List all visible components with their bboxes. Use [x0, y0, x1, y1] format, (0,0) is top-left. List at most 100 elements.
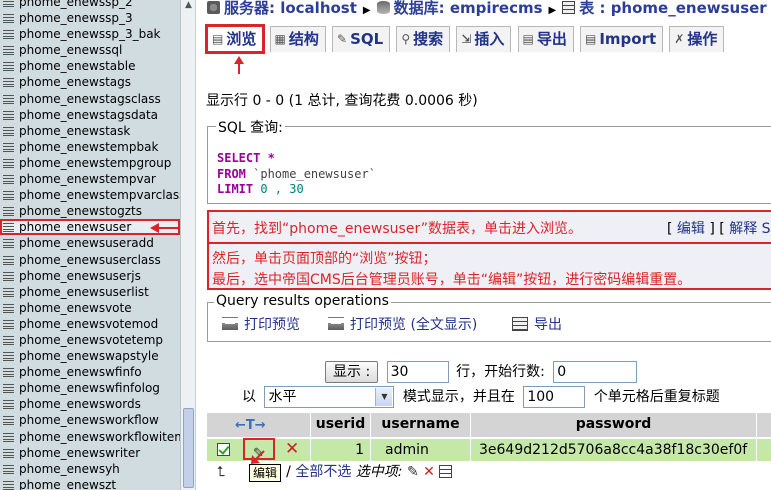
sidebar-item-label[interactable]: phome_enewszt	[19, 478, 116, 490]
tab-structure[interactable]: ▦ 结构	[269, 26, 326, 52]
table-icon[interactable]	[3, 61, 14, 72]
sidebar-item-phome_enewsuserlist[interactable]: phome_enewsuserlist	[0, 284, 180, 300]
tab-operations[interactable]: ✗ 操作	[669, 26, 725, 52]
sidebar-item-phome_enewswapstyle[interactable]: phome_enewswapstyle	[0, 348, 180, 364]
repeat-headers-input[interactable]: 100	[523, 386, 586, 408]
sidebar-item-label[interactable]: phome_enewsuserlist	[19, 285, 149, 299]
table-icon[interactable]	[3, 286, 14, 297]
sidebar-item-phome_enewstagsdata[interactable]: phome_enewstagsdata	[0, 107, 180, 123]
breadcrumb-database[interactable]: 数据库: empirecms	[394, 0, 543, 17]
sidebar-item-phome_enewstagsclass[interactable]: phome_enewstagsclass	[0, 91, 180, 107]
table-icon[interactable]	[3, 45, 14, 56]
column-header-password[interactable]: password	[471, 413, 757, 437]
sidebar-item-label[interactable]: phome_enewstempgroup	[19, 156, 171, 170]
table-icon[interactable]	[3, 206, 14, 217]
sidebar-item-phome_enewswords[interactable]: phome_enewswords	[0, 396, 180, 412]
export-link[interactable]: 导出	[512, 314, 562, 334]
sidebar-item-phome_enewssp_3_bak[interactable]: phome_enewssp_3_bak	[0, 26, 180, 42]
table-icon[interactable]	[3, 270, 14, 281]
table-icon[interactable]	[3, 0, 14, 7]
sidebar-item-phome_enewsuserclass[interactable]: phome_enewsuserclass	[0, 252, 180, 268]
sidebar-item-label[interactable]: phome_enewssp_2	[19, 0, 133, 9]
sidebar-item-label[interactable]: phome_enewstask	[19, 124, 130, 138]
sidebar-item-label[interactable]: phome_enewswriter	[19, 446, 140, 460]
sidebar-item-phome_enewstempgroup[interactable]: phome_enewstempgroup	[0, 155, 180, 171]
sidebar-item-phome_enewsuseradd[interactable]: phome_enewsuseradd	[0, 235, 180, 251]
sidebar-item-label[interactable]: phome_enewsuseradd	[19, 236, 154, 250]
tab-browse[interactable]: ▤ 浏览	[204, 24, 266, 54]
table-icon[interactable]	[3, 415, 14, 426]
sidebar-item-label[interactable]: phome_enewsuser	[19, 220, 131, 234]
table-icon[interactable]	[3, 254, 14, 265]
sidebar-item-phome_enewswriter[interactable]: phome_enewswriter	[0, 445, 180, 461]
table-icon[interactable]	[3, 77, 14, 88]
breadcrumb-server[interactable]: 服务器: localhost	[224, 0, 357, 17]
sidebar-item-phome_enewssql[interactable]: phome_enewssql	[0, 42, 180, 58]
table-icon[interactable]	[3, 351, 14, 362]
sidebar-item-label[interactable]: phome_enewsworkflow	[19, 413, 159, 427]
sidebar-item-phome_enewstask[interactable]: phome_enewstask	[0, 123, 180, 139]
table-icon[interactable]	[3, 222, 14, 233]
sidebar-item-phome_enewsuserjs[interactable]: phome_enewsuserjs	[0, 268, 180, 284]
sidebar-item-phome_enewstags[interactable]: phome_enewstags	[0, 74, 180, 90]
sidebar-item-label[interactable]: phome_enewsvote	[19, 301, 132, 315]
tab-import[interactable]: ▤ Import	[580, 26, 664, 52]
table-icon[interactable]	[3, 334, 14, 345]
sidebar-item-phome_enewszt[interactable]: phome_enewszt	[0, 477, 180, 490]
display-mode-select[interactable]: 水平 ▼	[264, 386, 395, 408]
rows-count-input[interactable]: 30	[386, 361, 449, 383]
table-icon[interactable]	[3, 13, 14, 24]
table-icon[interactable]	[3, 302, 14, 313]
sidebar-item-phome_enewsvotemod[interactable]: phome_enewsvotemod	[0, 316, 180, 332]
table-icon[interactable]	[3, 93, 14, 104]
sidebar-item-label[interactable]: phome_enewswfinfolog	[19, 381, 160, 395]
sidebar-item-label[interactable]: phome_enewstags	[19, 75, 131, 89]
scroll-up-icon[interactable]: ▲	[181, 0, 195, 10]
sidebar-item-phome_enewstempvarclass[interactable]: phome_enewstempvarclass	[0, 187, 185, 203]
tab-export[interactable]: ▤ 导出	[517, 26, 574, 52]
table-icon[interactable]	[3, 141, 14, 152]
sidebar-item-label[interactable]: phome_enewstogzts	[19, 204, 142, 218]
sidebar-item-label[interactable]: phome_enewstagsdata	[19, 108, 158, 122]
edit-query-link[interactable]: 编辑	[677, 221, 705, 237]
sidebar-item-label[interactable]: phome_enewstagsclass	[19, 92, 161, 106]
tab-insert[interactable]: ⇲ 插入	[456, 26, 512, 52]
sidebar-item-phome_enewsvotetemp[interactable]: phome_enewsvotetemp	[0, 332, 180, 348]
table-icon[interactable]	[3, 463, 14, 474]
sidebar-item-label[interactable]: phome_enewssp_3	[19, 11, 133, 25]
row-checkbox[interactable]	[217, 443, 230, 456]
table-icon[interactable]	[3, 109, 14, 120]
table-icon[interactable]	[3, 431, 14, 442]
table-icon[interactable]	[3, 383, 14, 394]
sidebar-item-label[interactable]: phome_enewstable	[19, 59, 135, 73]
sidebar-item-phome_enewstogzts[interactable]: phome_enewstogzts	[0, 203, 180, 219]
explain-query-link[interactable]: 解释 S	[729, 221, 770, 237]
print-view-link[interactable]: 打印预览	[222, 314, 300, 334]
table-icon[interactable]	[3, 238, 14, 249]
sidebar-item-phome_enewstempbak[interactable]: phome_enewstempbak	[0, 139, 180, 155]
table-icon[interactable]	[3, 479, 14, 490]
sidebar-item-phome_enewstempvar[interactable]: phome_enewstempvar	[0, 171, 180, 187]
sidebar-item-phome_enewssp_3[interactable]: phome_enewssp_3	[0, 10, 180, 26]
sidebar-item-label[interactable]: phome_enewsuserjs	[19, 269, 141, 283]
sidebar-item-label[interactable]: phome_enewsvotetemp	[19, 333, 163, 347]
sidebar-item-label[interactable]: phome_enewstempvar	[19, 172, 156, 186]
start-row-input[interactable]: 0	[553, 361, 638, 383]
table-icon[interactable]	[3, 318, 14, 329]
sidebar-item-phome_enewswfinfo[interactable]: phome_enewswfinfo	[0, 364, 180, 380]
table-icon[interactable]	[3, 125, 14, 136]
table-icon[interactable]	[3, 29, 14, 40]
sidebar-item-label[interactable]: phome_enewstempvarclass	[19, 188, 185, 202]
uncheck-all-link[interactable]: 全部不选	[295, 464, 351, 480]
tab-sql[interactable]: ✎ SQL	[332, 26, 391, 52]
sidebar-item-label[interactable]: phome_enewsyh	[19, 462, 120, 476]
sidebar-item-phome_enewswfinfolog[interactable]: phome_enewswfinfolog	[0, 380, 180, 396]
sidebar-item-phome_enewssp_2[interactable]: phome_enewssp_2	[0, 0, 180, 10]
sidebar-item-phome_enewstable[interactable]: phome_enewstable	[0, 58, 180, 74]
column-header-username[interactable]: username	[371, 413, 471, 437]
sidebar-scrollbar[interactable]: ▲	[180, 0, 195, 490]
sidebar-item-phome_enewsyh[interactable]: phome_enewsyh	[0, 461, 180, 477]
column-sort-control[interactable]: ←T→	[207, 413, 311, 437]
sidebar-item-phome_enewsvote[interactable]: phome_enewsvote	[0, 300, 180, 316]
sidebar-item-label[interactable]: phome_enewswapstyle	[19, 349, 159, 363]
